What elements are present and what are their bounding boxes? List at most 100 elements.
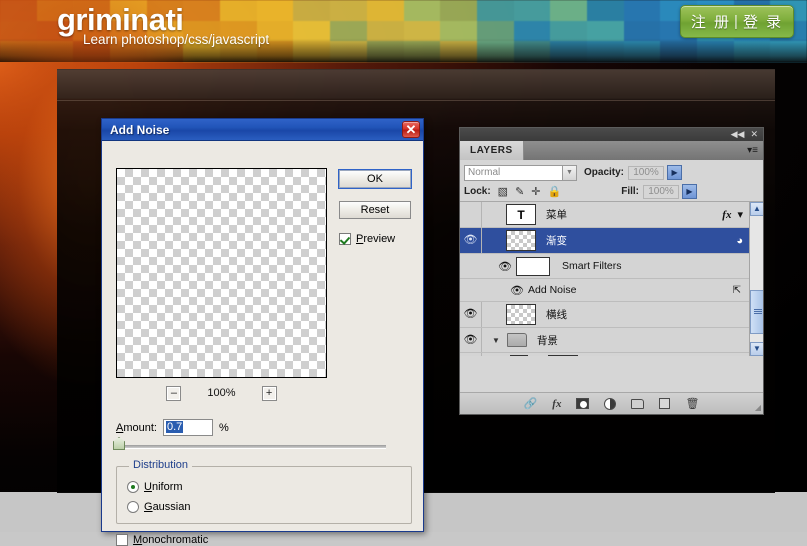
radio-uniform-label: Uniform <box>144 481 183 493</box>
panel-menu-icon[interactable]: ▾≡ <box>747 145 758 156</box>
table-row[interactable]: 👁 横线 <box>460 302 763 328</box>
fill-stepper-icon[interactable]: ▶ <box>682 184 697 199</box>
amount-slider-track[interactable] <box>118 445 386 449</box>
visibility-icon[interactable]: 👁 <box>460 228 482 253</box>
delete-icon[interactable]: 🗑 <box>685 397 699 410</box>
ok-button[interactable]: OK <box>339 170 411 188</box>
adjustment-icon[interactable] <box>604 398 616 410</box>
table-row[interactable]: 👁 Smart Filters <box>460 254 763 279</box>
layer-mask-thumbnail[interactable] <box>548 355 578 356</box>
table-row[interactable]: 👁 Add Noise ⇱ <box>460 279 763 302</box>
preview-checkbox[interactable]: PPreviewreview <box>339 233 395 245</box>
fill-label: Fill: <box>621 186 639 197</box>
add-noise-dialog: Add Noise ✕ – 100% + OK Reset PPreviewre… <box>101 118 424 532</box>
dialog-titlebar[interactable]: Add Noise ✕ <box>102 119 423 141</box>
layer-name: 渐变 <box>546 233 567 248</box>
layer-name: 横线 <box>546 307 567 322</box>
amount-slider-thumb[interactable] <box>113 437 125 450</box>
filter-settings-icon[interactable]: ⇱ <box>733 285 741 296</box>
visibility-icon-hidden[interactable]: 👁 <box>460 202 482 227</box>
distribution-group-label: Distribution <box>129 459 192 471</box>
scrollbar-thumb[interactable] <box>750 290 763 334</box>
zoom-in-button[interactable]: + <box>262 386 277 401</box>
tab-layers[interactable]: LAYERS <box>460 141 524 160</box>
link-icon[interactable]: 🔗 <box>524 397 538 410</box>
lock-fill-row: Lock: ▧ ✎ ✛ 🔒 Fill: 100% ▶ <box>464 182 759 201</box>
opacity-value[interactable]: 100% <box>628 166 664 180</box>
scroll-down-icon[interactable]: ▼ <box>750 342 763 356</box>
chevron-down-icon[interactable]: ▾ <box>737 208 743 221</box>
resize-grip-icon[interactable]: ◢ <box>755 403 761 412</box>
auth-button[interactable]: 注 册 | 登 录 <box>680 5 794 38</box>
radio-icon-uniform[interactable] <box>127 481 139 493</box>
layer-thumbnail-fill[interactable] <box>510 355 528 356</box>
group-icon[interactable] <box>631 399 644 409</box>
dialog-title: Add Noise <box>110 123 169 137</box>
mask-icon[interactable] <box>576 398 589 409</box>
visibility-icon[interactable]: 👁 <box>460 328 482 352</box>
opacity-stepper-icon[interactable]: ▶ <box>667 165 682 180</box>
register-link[interactable]: 注 册 <box>691 11 731 32</box>
content-divider <box>57 100 775 101</box>
radio-gaussian[interactable]: Gaussian <box>127 501 190 513</box>
checkbox-icon[interactable] <box>339 233 351 245</box>
blend-opacity-row: Normal ▼ Opacity: 100% ▶ <box>464 163 759 182</box>
radio-uniform[interactable]: Uniform <box>127 481 183 493</box>
preview-canvas[interactable] <box>116 168 327 378</box>
close-icon[interactable]: ✕ <box>402 121 420 138</box>
brand-tagline: Learn photoshop/css/javascript <box>83 32 269 47</box>
chevron-down-icon[interactable]: ▼ <box>562 166 576 180</box>
login-link[interactable]: 登 录 <box>743 11 783 32</box>
table-row[interactable]: 👁 ▼ 背景 <box>460 328 763 353</box>
layer-list-scrollbar[interactable]: ▲ ▼ <box>749 202 763 356</box>
panel-close-icon[interactable]: ✕ <box>750 129 758 140</box>
new-layer-icon[interactable] <box>659 398 670 409</box>
blend-mode-select[interactable]: Normal ▼ <box>464 165 577 181</box>
lock-icon-group: ▧ ✎ ✛ 🔒 <box>498 185 562 198</box>
panel-controls: Normal ▼ Opacity: 100% ▶ Lock: ▧ ✎ ✛ 🔒 F… <box>460 160 763 201</box>
folder-icon <box>507 333 527 347</box>
visibility-icon[interactable]: 👁 <box>460 353 482 356</box>
layer-list[interactable]: 👁 T 菜单 fx ▾ 👁 渐变 ◕ 👁 Smart Filters 👁 <box>460 201 763 356</box>
lock-all-icon[interactable]: 🔒 <box>548 185 562 198</box>
table-row[interactable]: 👁 渐变 ◕ <box>460 228 763 254</box>
auth-separator: | <box>734 13 740 30</box>
lock-transparency-icon[interactable]: ▧ <box>498 185 508 198</box>
amount-row: Amount: 0.7 % <box>116 419 229 436</box>
amount-input[interactable]: 0.7 <box>163 419 213 436</box>
layers-panel: ◀◀ ✕ LAYERS ▾≡ Normal ▼ Opacity: 100% ▶ … <box>459 127 764 415</box>
layers-footer-toolbar: 🔗 fx 🗑 ◢ <box>460 392 763 414</box>
table-row[interactable]: 👁 T 菜单 fx ▾ <box>460 202 763 228</box>
brand-name: griminati <box>57 4 269 35</box>
dialog-body: – 100% + OK Reset PPreviewreview Amount:… <box>102 141 423 533</box>
fx-icon[interactable]: fx <box>552 398 561 410</box>
visibility-icon[interactable]: 👁 <box>460 260 516 273</box>
lock-label: Lock: <box>464 186 491 197</box>
opacity-label: Opacity: <box>584 167 624 178</box>
checkbox-icon-monochromatic[interactable] <box>116 534 128 546</box>
layer-name: 菜单 <box>546 207 567 222</box>
preview-label: PPreviewreview <box>356 233 395 245</box>
layer-thumbnail[interactable] <box>506 304 536 325</box>
smart-filter-mask-thumbnail[interactable] <box>516 257 550 276</box>
group-expand-icon[interactable]: ▼ <box>492 336 500 345</box>
lock-paint-icon[interactable]: ✎ <box>515 185 524 198</box>
visibility-icon[interactable]: 👁 <box>460 284 528 297</box>
layer-thumbnail-text[interactable]: T <box>506 204 536 225</box>
fill-value[interactable]: 100% <box>643 185 679 199</box>
layer-thumbnail-smartobject[interactable] <box>506 230 536 251</box>
lock-move-icon[interactable]: ✛ <box>531 185 540 198</box>
reset-button[interactable]: Reset <box>339 201 411 219</box>
panel-topbar: ◀◀ ✕ <box>460 128 763 141</box>
collapse-icon[interactable]: ◀◀ <box>731 129 745 140</box>
radio-icon-gaussian[interactable] <box>127 501 139 513</box>
scrollbar-grip <box>754 309 762 315</box>
table-row[interactable]: 👁 🔗 黑色形なん fx ▾ <box>460 353 763 356</box>
visibility-icon[interactable]: 👁 <box>460 302 482 327</box>
blend-mode-value: Normal <box>468 167 500 178</box>
scroll-up-icon[interactable]: ▲ <box>750 202 763 216</box>
zoom-out-button[interactable]: – <box>166 386 181 401</box>
monochromatic-checkbox[interactable]: Monochromatic <box>116 534 208 546</box>
layer-row-right: fx ▾ <box>722 208 743 221</box>
fx-icon[interactable]: fx <box>722 209 731 221</box>
